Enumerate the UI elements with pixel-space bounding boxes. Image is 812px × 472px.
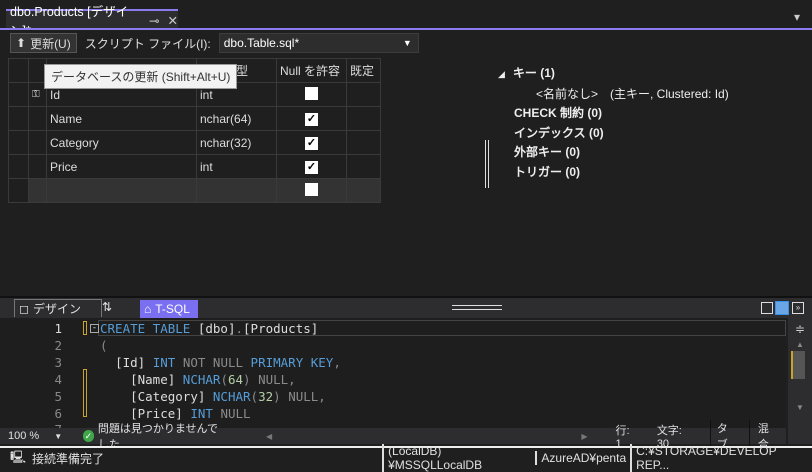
- line-number: 1: [54, 321, 62, 336]
- pin-icon[interactable]: ⊸: [149, 13, 159, 28]
- line-number: 6: [54, 406, 62, 421]
- split-editor-icon[interactable]: ≑: [788, 318, 812, 340]
- cell-default[interactable]: [346, 154, 381, 179]
- sql-icon: ⌂: [144, 302, 152, 316]
- horizontal-split-icon[interactable]: [775, 301, 789, 315]
- user-name: AzureAD¥penta: [535, 451, 630, 465]
- cell-name[interactable]: Price: [46, 154, 197, 179]
- code-line: [Id] INT NOT NULL PRIMARY KEY,: [115, 355, 341, 370]
- cell-type[interactable]: nchar(32): [196, 130, 277, 155]
- indexes-node[interactable]: インデックス (0): [498, 124, 729, 144]
- scroll-up-icon[interactable]: ▲: [788, 340, 812, 349]
- update-label: 更新(U): [30, 36, 71, 51]
- tab-tsql[interactable]: ⌂ T-SQL: [140, 300, 198, 318]
- new-row[interactable]: [8, 178, 480, 203]
- nullable-checkbox[interactable]: [305, 86, 318, 100]
- tab-design[interactable]: ◻ デザイン: [14, 299, 102, 317]
- code-line: [Price] INT NULL: [130, 406, 251, 421]
- toolbar: ⬆ 更新(U) スクリプト ファイル(I): dbo.Table.sql* ▼: [0, 30, 812, 56]
- nullable-checkbox[interactable]: ✓: [305, 113, 318, 126]
- pane-tabs: ◻ デザイン ⇅ ⌂ T-SQL »: [0, 296, 812, 318]
- check-node[interactable]: CHECK 制約 (0): [498, 104, 729, 124]
- check-icon: ✓: [82, 430, 94, 442]
- table-row[interactable]: Price int ✓: [8, 154, 480, 179]
- cell-default[interactable]: [346, 106, 381, 131]
- cell-default[interactable]: [346, 82, 381, 107]
- cell-name[interactable]: [46, 178, 197, 203]
- code-line: [Category] NCHAR(32) NULL,: [130, 389, 326, 404]
- header-nullable: Null を許容: [276, 58, 347, 83]
- nullable-checkbox[interactable]: [305, 182, 318, 196]
- swap-panes-button[interactable]: ⇅: [102, 300, 112, 314]
- collapse-icon[interactable]: -: [90, 324, 99, 333]
- sql-editor[interactable]: - 1 2 3 4 5 6 7 CREATE TABLE [dbo].[Prod…: [0, 318, 786, 428]
- footer-status-bar: 🖳 接続準備完了 (LocalDB)¥MSSQLLocalDB AzureAD¥…: [0, 444, 812, 472]
- hscroll-left-icon[interactable]: ◀: [266, 432, 272, 441]
- scroll-down-icon[interactable]: ▼: [788, 403, 812, 412]
- zoom-select[interactable]: 100 % ▼: [0, 430, 63, 442]
- line-number: 2: [54, 338, 62, 353]
- code-line: (: [100, 338, 108, 353]
- nullable-checkbox[interactable]: ✓: [305, 137, 318, 150]
- vertical-scrollbar[interactable]: ≑ ▲ ▼: [788, 318, 812, 444]
- vertical-split-icon[interactable]: [761, 302, 773, 314]
- script-file-value: dbo.Table.sql*: [223, 36, 300, 50]
- table-row[interactable]: Category nchar(32) ✓: [8, 130, 480, 155]
- tooltip: データベースの更新 (Shift+Alt+U): [44, 64, 238, 89]
- line-number: 5: [54, 389, 62, 404]
- splitter-grip[interactable]: [452, 305, 502, 310]
- connection-icon: 🖳: [10, 449, 27, 464]
- cell-default[interactable]: [346, 178, 381, 203]
- editor-status-bar: 100 % ▼ ✓ 問題は見つかりませんでした ◀ ▶ 行: 1 文字: 30 …: [0, 420, 786, 452]
- connection-status: 接続準備完了: [32, 451, 105, 466]
- line-number: 4: [54, 372, 62, 387]
- project-path: C:¥STORAGE¥DEVELOP REP...: [630, 444, 812, 472]
- header-default: 既定: [346, 58, 381, 83]
- update-button[interactable]: ⬆ 更新(U): [10, 33, 77, 53]
- hscroll-right-icon[interactable]: ▶: [581, 432, 587, 441]
- code-line: [Name] NCHAR(64) NULL,: [130, 372, 296, 387]
- tsql-label: T-SQL: [155, 302, 190, 316]
- server-name: (LocalDB)¥MSSQLLocalDB: [382, 444, 535, 472]
- corner: [8, 58, 29, 83]
- triggers-node[interactable]: トリガー (0): [498, 163, 729, 183]
- cell-type[interactable]: int: [196, 154, 277, 179]
- line-number: 3: [54, 355, 62, 370]
- scroll-thumb[interactable]: [791, 351, 805, 379]
- table-row[interactable]: Name nchar(64) ✓: [8, 106, 480, 131]
- design-label: デザイン: [32, 302, 81, 316]
- design-icon: ◻: [19, 301, 29, 316]
- cell-name[interactable]: Category: [46, 130, 197, 155]
- cell-type[interactable]: nchar(64): [196, 106, 277, 131]
- chevron-down-icon: ▼: [402, 38, 412, 48]
- code-line: CREATE TABLE [dbo].[Products]: [100, 321, 319, 336]
- menu-icon[interactable]: ▾: [794, 10, 800, 24]
- collapse-pane-icon[interactable]: »: [792, 302, 804, 314]
- key-item[interactable]: <名前なし> (主キー, Clustered: Id): [498, 85, 729, 105]
- keys-node[interactable]: キー (1): [513, 66, 555, 80]
- change-marker: [83, 369, 87, 417]
- change-marker: [83, 321, 87, 335]
- properties-panel: ◢ キー (1) <名前なし> (主キー, Clustered: Id) CHEC…: [498, 64, 729, 182]
- foreign-keys-node[interactable]: 外部キー (0): [498, 143, 729, 163]
- cell-default[interactable]: [346, 130, 381, 155]
- cell-name[interactable]: Name: [46, 106, 197, 131]
- splitter[interactable]: [485, 140, 489, 188]
- upload-icon: ⬆: [16, 36, 27, 50]
- script-file-label: スクリプト ファイル(I):: [84, 36, 211, 51]
- cell-type[interactable]: [196, 178, 277, 203]
- nullable-checkbox[interactable]: ✓: [305, 161, 318, 174]
- close-icon[interactable]: ✕: [168, 13, 178, 28]
- expand-icon[interactable]: ◢: [498, 69, 505, 79]
- document-tab[interactable]: dbo.Products [デザイン]*⊸✕: [6, 5, 178, 38]
- script-file-select[interactable]: dbo.Table.sql* ▼: [218, 33, 419, 53]
